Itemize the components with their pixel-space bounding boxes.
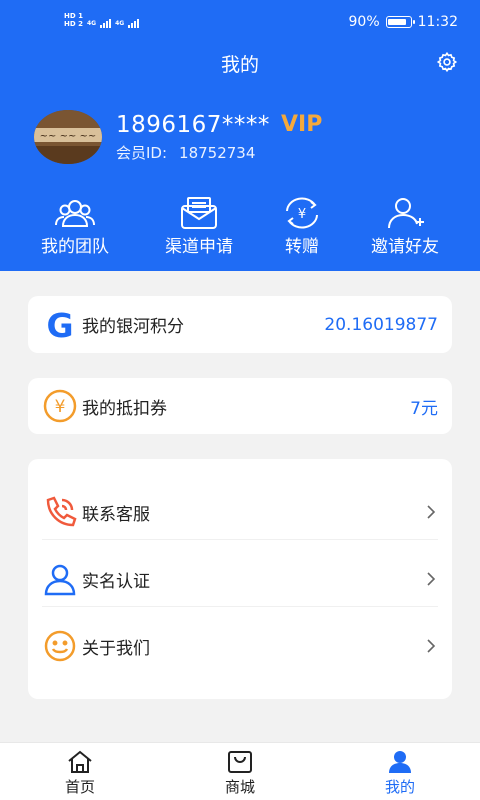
action-transfer-gift[interactable]: ¥ 转赠 bbox=[247, 196, 357, 257]
menu-label: 实名认证 bbox=[82, 571, 150, 592]
header: HD 1 HD 2 4G 4G 90% 11:32 我的 ~~ ~~ ~~ 18… bbox=[0, 0, 480, 271]
action-label: 转赠 bbox=[285, 237, 319, 257]
menu-card: 联系客服 实名认证 关于我们 bbox=[28, 459, 452, 699]
points-value: 20.16019877 bbox=[324, 314, 438, 335]
voucher-card[interactable]: ¥ 我的抵扣券 7元 bbox=[28, 378, 452, 434]
svg-text:¥: ¥ bbox=[55, 397, 66, 417]
menu-item-customer-service[interactable]: 联系客服 bbox=[28, 486, 452, 538]
avatar[interactable]: ~~ ~~ ~~ bbox=[34, 110, 102, 164]
member-id-label: 会员ID: bbox=[116, 144, 168, 162]
action-label: 我的团队 bbox=[41, 237, 109, 257]
points-row[interactable]: G 我的银河积分 20.16019877 bbox=[28, 296, 452, 353]
svg-text:~~ ~~ ~~: ~~ ~~ ~~ bbox=[40, 131, 97, 142]
menu-label: 关于我们 bbox=[82, 638, 150, 659]
user-phone: 1896167**** bbox=[116, 112, 270, 138]
tab-label: 商城 bbox=[224, 778, 255, 796]
customer-service-phone-icon bbox=[46, 496, 77, 527]
status-right: 90% 11:32 bbox=[349, 14, 458, 30]
battery-percent: 90% bbox=[348, 14, 380, 30]
team-icon bbox=[55, 200, 95, 227]
sim-labels: HD 1 HD 2 bbox=[64, 12, 83, 28]
net2-label: 4G bbox=[115, 20, 125, 27]
voucher-label: 我的抵扣券 bbox=[82, 398, 167, 419]
tab-my[interactable]: 我的 bbox=[360, 749, 440, 797]
chevron-right-icon bbox=[427, 505, 436, 519]
points-label: 我的银河积分 bbox=[82, 317, 184, 337]
action-channel-apply[interactable]: 渠道申请 bbox=[144, 196, 254, 257]
tab-shop[interactable]: 商城 bbox=[200, 749, 280, 797]
svg-text:¥: ¥ bbox=[298, 207, 306, 222]
transfer-gift-icon: ¥ bbox=[286, 197, 318, 229]
svg-text:G: G bbox=[46, 307, 73, 343]
signal-bars-2-icon bbox=[128, 19, 140, 28]
status-bar: HD 1 HD 2 4G 4G 90% 11:32 bbox=[0, 0, 480, 44]
action-label: 渠道申请 bbox=[165, 237, 233, 257]
points-card[interactable]: G 我的银河积分 20.16019877 bbox=[28, 296, 452, 353]
tab-label: 我的 bbox=[384, 778, 415, 796]
tab-label: 首页 bbox=[64, 778, 95, 796]
action-my-team[interactable]: 我的团队 bbox=[20, 196, 130, 257]
voucher-row[interactable]: ¥ 我的抵扣券 7元 bbox=[28, 378, 452, 434]
shop-bag-icon bbox=[228, 751, 252, 773]
invite-friend-icon bbox=[388, 198, 424, 229]
tab-home[interactable]: 首页 bbox=[40, 749, 120, 797]
channel-apply-icon bbox=[181, 197, 217, 229]
chevron-right-icon bbox=[427, 572, 436, 586]
net1-label: 4G bbox=[86, 20, 97, 27]
chevron-right-icon bbox=[427, 639, 436, 653]
settings-gear-icon[interactable] bbox=[436, 51, 458, 73]
menu-item-about-us[interactable]: 关于我们 bbox=[28, 620, 452, 672]
smiley-about-icon bbox=[44, 630, 76, 662]
identity-verify-icon bbox=[44, 564, 76, 596]
voucher-value: 7元 bbox=[410, 398, 438, 419]
vip-badge: VIP bbox=[281, 112, 323, 137]
menu-label: 联系客服 bbox=[82, 504, 150, 525]
bottom-tab-bar: 首页 商城 我的 bbox=[0, 742, 480, 800]
action-label: 邀请好友 bbox=[371, 237, 439, 257]
sim1-label: HD 1 bbox=[64, 12, 83, 20]
signal-group: HD 1 HD 2 4G 4G bbox=[64, 12, 140, 28]
profile-icon bbox=[389, 751, 411, 773]
page-title: 我的 bbox=[220, 54, 259, 76]
member-id-value: 18752734 bbox=[179, 144, 256, 162]
sim2-label: HD 2 bbox=[64, 20, 83, 28]
signal-bars-1-icon bbox=[100, 19, 112, 28]
yuan-coupon-icon: ¥ bbox=[43, 389, 77, 423]
battery-icon bbox=[385, 16, 415, 28]
battery-fill bbox=[388, 18, 407, 25]
menu-item-identity-verify[interactable]: 实名认证 bbox=[28, 553, 452, 605]
clock: 11:32 bbox=[417, 14, 458, 30]
galaxy-g-icon: G bbox=[46, 307, 73, 343]
action-invite-friend[interactable]: 邀请好友 bbox=[350, 196, 460, 257]
home-icon bbox=[68, 750, 92, 773]
member-id-line: 会员ID: 18752734 bbox=[116, 142, 255, 163]
divider bbox=[42, 539, 438, 540]
divider bbox=[42, 606, 438, 607]
